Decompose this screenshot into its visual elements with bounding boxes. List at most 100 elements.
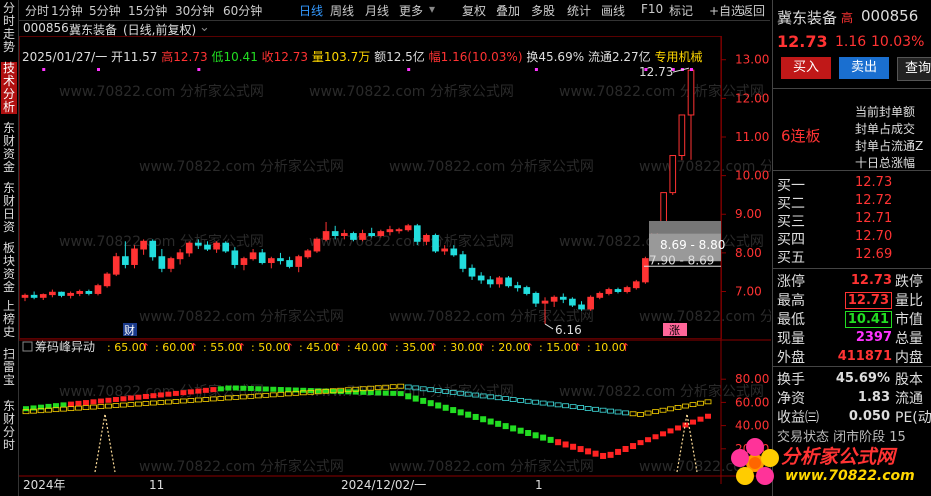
watermark-text: www.70822.com 分析家公式网	[309, 83, 514, 100]
chip-bar	[255, 386, 262, 392]
chip-bar	[622, 445, 629, 452]
candle-body	[450, 248, 458, 256]
chip-bar	[540, 434, 547, 441]
left-tab-5[interactable]: 板块资金	[1, 242, 17, 294]
stat-value-3: 10.41	[844, 311, 892, 328]
chip-bar	[292, 387, 299, 393]
toolbar-item-8[interactable]: 周线	[330, 2, 354, 19]
watermark-text: www.70822.com 分析家公式网	[139, 158, 344, 175]
candle-body	[67, 292, 74, 296]
dropdown-chevron-icon[interactable]: ⌄	[199, 20, 210, 35]
sell-button[interactable]: 卖出	[839, 57, 889, 79]
left-tab-2[interactable]: 技术分析	[1, 62, 17, 114]
chip-bar	[105, 397, 112, 403]
query-button[interactable]: 查询	[897, 57, 931, 81]
left-tab-3[interactable]: 东财资金	[1, 122, 17, 174]
candle-body	[240, 258, 248, 265]
stats2-list: 换手 45.69% 股本 净资 1.83 流通 收益㈢ 0.050 PE(动	[773, 366, 931, 427]
toolbar-item-3[interactable]: 5分钟	[89, 2, 121, 19]
stat-value-2: 12.73	[844, 292, 892, 309]
chip-outline	[569, 404, 577, 410]
chip-outline	[547, 401, 555, 407]
left-tab-1[interactable]: 分时走势	[1, 2, 17, 54]
chip-bar	[240, 385, 247, 391]
chip-bar	[127, 395, 134, 401]
candle-body	[158, 256, 166, 269]
chip-bar	[420, 397, 427, 404]
time-axis-label: 11	[149, 478, 164, 492]
chip-outline	[524, 398, 532, 404]
rp-pct: 10.03%	[871, 34, 925, 50]
candle-body	[596, 292, 604, 298]
toolbar-right-item-8[interactable]: +自选	[709, 2, 743, 19]
candle-body	[295, 256, 303, 267]
chip-outline	[637, 412, 644, 417]
toolbar-right-item-7[interactable]: 标记	[669, 2, 693, 19]
chip-outline	[142, 401, 150, 406]
watermark-text: www.70822.com 分析家公式网	[59, 233, 264, 250]
candle-body	[505, 277, 512, 287]
toolbar-right-item-3[interactable]: 多股	[531, 2, 555, 19]
candle-body	[122, 256, 129, 265]
watermark-text: www.70822.com 分析家公式网	[139, 308, 344, 325]
toolbar-right-item-1[interactable]: 复权	[462, 2, 486, 19]
chip-bar	[90, 399, 97, 405]
left-tab-4[interactable]: 东财日资	[1, 182, 17, 234]
candle-body	[404, 225, 412, 231]
stat-label2-5: 内盘	[895, 350, 923, 366]
candle-body	[249, 252, 257, 260]
toolbar-right-item-2[interactable]: 叠加	[496, 2, 520, 19]
signal-marker	[407, 68, 411, 71]
toolbar-item-1[interactable]: 分时	[25, 2, 49, 19]
candle-body	[103, 273, 111, 287]
indicator-toggle-icon[interactable]	[22, 341, 33, 352]
toolbar-item-7[interactable]: 日线	[299, 2, 323, 19]
toolbar-right-item-5[interactable]: 画线	[601, 2, 625, 19]
chip-bar	[450, 407, 457, 414]
chip-bar	[502, 423, 509, 430]
chip-bar	[592, 450, 599, 457]
stats-list: 涨停 12.73 跌停 最高 12.73 量比 最低 10.41 市值 现量 2397 总量 外盘 411…	[773, 268, 931, 366]
bid-label-2: 买二	[777, 196, 805, 212]
bid-price-4: 12.70	[855, 229, 893, 244]
toolbar-item-10[interactable]: 更多	[399, 2, 423, 19]
chip-outline	[614, 409, 622, 415]
chip-outline	[67, 406, 75, 412]
more-dropdown-icon[interactable]: ▾	[429, 2, 435, 16]
left-tab-8[interactable]: 东财分时	[1, 400, 17, 452]
toolbar-item-6[interactable]: 60分钟	[223, 2, 262, 19]
indicator-level: : 35.00	[395, 341, 434, 354]
buy-button[interactable]: 买入	[781, 57, 831, 79]
left-tab-6[interactable]: 上榜史	[1, 300, 17, 339]
chip-bar	[570, 443, 577, 450]
candle-body	[149, 240, 157, 258]
bid-list: 买一 12.73 买二 12.72 买三 12.71 买四 12.70 买五 12.69	[773, 170, 931, 267]
toolbar-item-2[interactable]: 1分钟	[51, 2, 83, 19]
chip-bar	[630, 443, 637, 450]
toolbar-item-4[interactable]: 15分钟	[128, 2, 167, 19]
toolbar-right-item-4[interactable]: 统计	[567, 2, 591, 19]
candle-body	[94, 285, 102, 294]
candle-body	[76, 291, 84, 294]
watermark-text: www.70822.com 分析家公式网	[559, 383, 764, 400]
ind-axis-label: 60.00	[735, 395, 769, 409]
candle-body	[313, 238, 321, 252]
candle-body	[39, 294, 47, 298]
chip-bar	[300, 387, 307, 393]
chip-outline	[284, 391, 292, 397]
left-tab-7[interactable]: 扫雷宝	[1, 348, 17, 387]
candle-body	[569, 298, 576, 306]
toolbar-item-5[interactable]: 30分钟	[175, 2, 214, 19]
kline-chart[interactable]: www.70822.com 分析家公式网 www.70822.com 分析家公式网…	[19, 36, 771, 496]
chip-outline	[667, 406, 674, 412]
chip-bar	[480, 416, 487, 423]
chip-bar	[262, 386, 269, 392]
toolbar-right-item-6[interactable]: F10	[641, 2, 663, 16]
streak-label: 6连板	[781, 127, 821, 145]
candle-body	[185, 242, 193, 254]
candle-body	[532, 292, 540, 304]
toolbar-item-9[interactable]: 月线	[365, 2, 389, 19]
candle-body	[432, 234, 439, 252]
indicator-level-arrow: ↑	[333, 341, 342, 354]
toolbar-right-item-9[interactable]: 返回	[741, 2, 765, 19]
